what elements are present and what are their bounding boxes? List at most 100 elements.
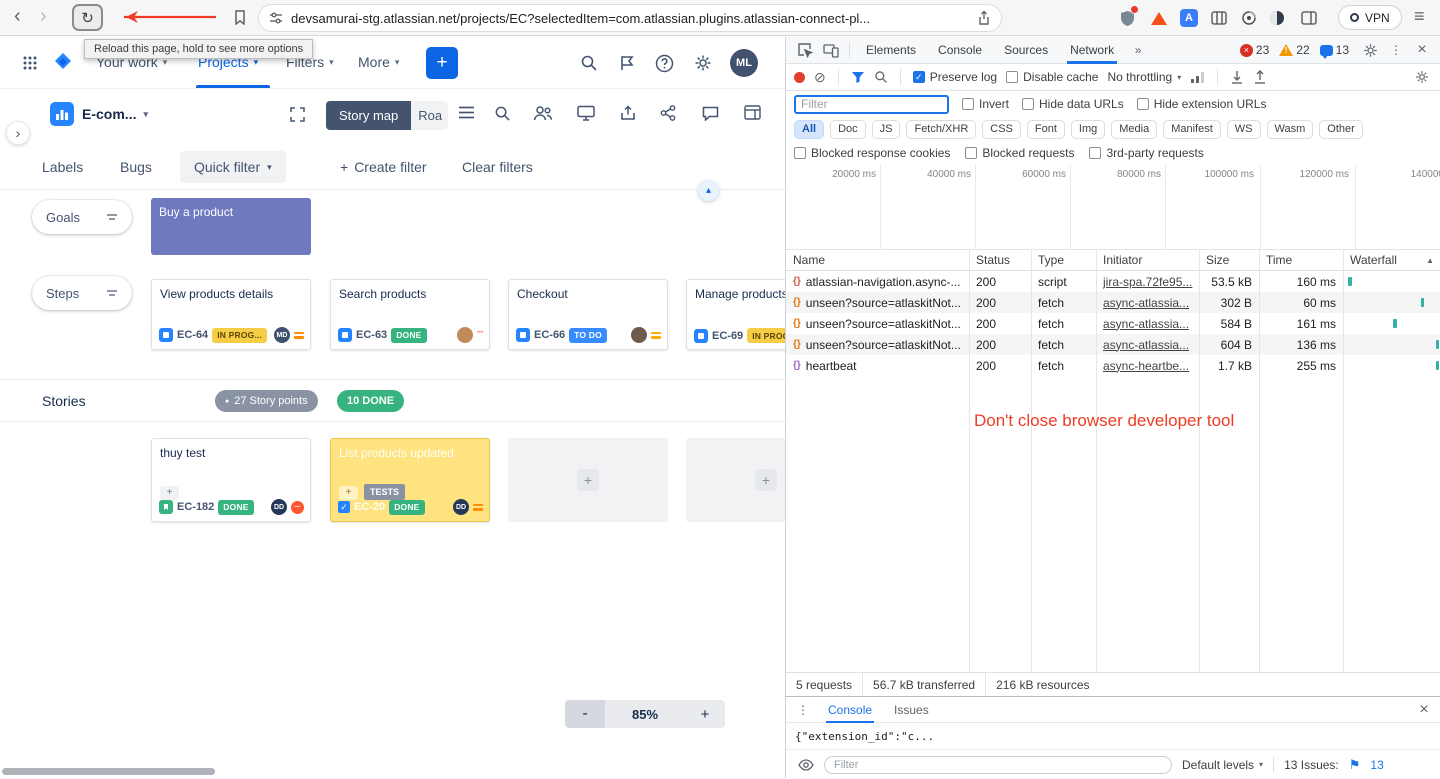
network-settings-icon[interactable] <box>1411 66 1433 88</box>
share-icon[interactable] <box>977 10 991 26</box>
more-tabs-icon[interactable]: » <box>1127 39 1149 61</box>
darkmode-extension-icon[interactable] <box>1266 7 1288 29</box>
type-filter-manifest[interactable]: Manifest <box>1163 120 1221 139</box>
type-filter-ws[interactable]: WS <box>1227 120 1261 139</box>
people-icon[interactable] <box>533 105 553 121</box>
clear-network-log-icon[interactable]: ⊘ <box>814 70 826 84</box>
back-icon[interactable]: ‹ <box>14 6 21 26</box>
roadmap-view-button[interactable]: Roa <box>411 101 448 130</box>
devtools-settings-icon[interactable] <box>1359 39 1381 61</box>
card-checkbox-checked[interactable]: ✓ <box>338 501 350 513</box>
add-card-placeholder[interactable]: + <box>508 438 668 522</box>
type-filter-media[interactable]: Media <box>1111 120 1157 139</box>
network-request-row[interactable]: {}heartbeat 200 fetch async-heartbe... 1… <box>786 355 1440 376</box>
network-filter-input[interactable] <box>794 95 949 114</box>
initiator-link[interactable]: async-atlassia... <box>1103 338 1189 352</box>
type-filter-doc[interactable]: Doc <box>830 120 866 139</box>
inspect-element-icon[interactable] <box>794 39 816 61</box>
initiator-link[interactable]: async-heartbe... <box>1103 359 1189 373</box>
drawer-close-icon[interactable]: × <box>1413 699 1435 721</box>
type-filter-font[interactable]: Font <box>1027 120 1065 139</box>
forward-icon[interactable]: › <box>40 6 47 26</box>
column-status[interactable]: Status <box>969 250 1031 271</box>
column-type[interactable]: Type <box>1031 250 1096 271</box>
column-time[interactable]: Time <box>1259 250 1343 271</box>
export-har-icon[interactable] <box>1253 70 1267 84</box>
column-size[interactable]: Size <box>1199 250 1259 271</box>
steps-row-label[interactable]: Steps <box>32 276 132 310</box>
type-filter-css[interactable]: CSS <box>982 120 1021 139</box>
nav-more[interactable]: More▾ <box>358 54 399 70</box>
step-card[interactable]: Manage products EC-69 IN PROG... <box>686 279 785 350</box>
tab-network[interactable]: Network <box>1061 37 1123 64</box>
project-switcher[interactable]: E-com... ▾ <box>82 106 148 122</box>
log-levels-dropdown[interactable]: Default levels ▾ <box>1182 758 1263 772</box>
column-initiator[interactable]: Initiator <box>1096 250 1199 271</box>
jira-logo[interactable] <box>52 51 74 73</box>
network-search-icon[interactable] <box>874 70 888 84</box>
panel-icon[interactable] <box>744 105 761 120</box>
type-filter-fetch[interactable]: Fetch/XHR <box>906 120 976 139</box>
import-har-icon[interactable] <box>1230 70 1244 84</box>
console-filter-input[interactable] <box>824 756 1172 774</box>
drawer-tab-console[interactable]: Console <box>820 697 880 723</box>
invert-checkbox[interactable]: Invert <box>962 97 1009 111</box>
step-card[interactable]: Search products EC-63 DONE ˆˆ <box>330 279 490 350</box>
console-log-line[interactable]: {"extension_id":"c... <box>786 723 1440 750</box>
story-map-view-button[interactable]: Story map <box>326 101 411 130</box>
add-label-button[interactable]: + <box>160 486 179 500</box>
zoom-in-button[interactable]: + <box>685 700 725 728</box>
devtools-close-icon[interactable]: × <box>1411 39 1433 61</box>
board-search-icon[interactable] <box>494 105 511 122</box>
card-label-chip[interactable]: TESTS <box>364 484 405 500</box>
search-icon[interactable] <box>580 54 598 72</box>
bookmark-icon[interactable] <box>232 9 248 27</box>
issues-count[interactable]: 13 <box>1320 43 1349 57</box>
extension-shield-icon[interactable] <box>1116 7 1138 29</box>
step-card[interactable]: Checkout EC-66 TO DO <box>508 279 668 350</box>
type-filter-img[interactable]: Img <box>1071 120 1105 139</box>
address-bar[interactable]: devsamurai-stg.atlassian.net/projects/EC… <box>258 4 1002 32</box>
browser-menu-icon[interactable]: ≡ <box>1414 7 1425 25</box>
notifications-icon[interactable] <box>618 54 636 72</box>
filter-funnel-icon[interactable] <box>851 71 865 84</box>
throttling-dropdown[interactable]: No throttling ▾ <box>1107 70 1181 84</box>
disable-cache-checkbox[interactable]: Disable cache <box>1006 70 1098 84</box>
initiator-link[interactable]: jira-spa.72fe95... <box>1103 275 1192 289</box>
monitor-icon[interactable] <box>577 105 595 121</box>
network-request-row[interactable]: {}unseen?source=atlaskitNot... 200 fetch… <box>786 292 1440 313</box>
type-filter-js[interactable]: JS <box>872 120 901 139</box>
vpn-button[interactable]: VPN <box>1338 5 1402 30</box>
network-timeline[interactable]: 20000 ms 40000 ms 60000 ms 80000 ms 1000… <box>786 165 1440 250</box>
tab-elements[interactable]: Elements <box>857 37 925 64</box>
blocked-cookies-checkbox[interactable]: Blocked response cookies <box>794 146 950 160</box>
bugs-filter[interactable]: Bugs <box>120 159 152 175</box>
collapse-up-icon[interactable]: ▴ <box>698 180 719 201</box>
add-card-placeholder[interactable]: + <box>686 438 785 522</box>
goals-row-label[interactable]: Goals <box>32 200 132 234</box>
help-icon[interactable] <box>655 54 674 73</box>
device-toolbar-icon[interactable] <box>820 39 842 61</box>
list-view-icon[interactable] <box>458 105 475 120</box>
reload-button[interactable]: ↻ <box>72 4 103 31</box>
extension-triangle-icon[interactable] <box>1148 7 1170 29</box>
initiator-link[interactable]: async-atlassia... <box>1103 317 1189 331</box>
eye-icon[interactable] <box>798 759 814 771</box>
drawer-menu-icon[interactable]: ⋮ <box>792 699 814 721</box>
story-card-selected[interactable]: List products updated + TESTS ✓ EC-20 DO… <box>330 438 490 522</box>
share-nodes-icon[interactable] <box>660 105 676 121</box>
type-filter-other[interactable]: Other <box>1319 120 1363 139</box>
preserve-log-checkbox[interactable]: ✓ Preserve log <box>913 70 997 84</box>
drawer-tab-issues[interactable]: Issues <box>886 697 937 723</box>
tab-console[interactable]: Console <box>929 37 991 64</box>
type-filter-all[interactable]: All <box>794 120 824 139</box>
comment-icon[interactable] <box>702 105 719 121</box>
third-party-checkbox[interactable]: 3rd-party requests <box>1089 146 1203 160</box>
create-filter-button[interactable]: + Create filter <box>340 159 427 175</box>
export-icon[interactable] <box>620 105 636 121</box>
grid-extension-icon[interactable] <box>1208 7 1230 29</box>
add-label-button[interactable]: + <box>339 486 358 500</box>
record-button[interactable] <box>794 72 805 83</box>
step-card[interactable]: View products details EC-64 IN PROG... M… <box>151 279 311 350</box>
blocked-requests-checkbox[interactable]: Blocked requests <box>965 146 1074 160</box>
